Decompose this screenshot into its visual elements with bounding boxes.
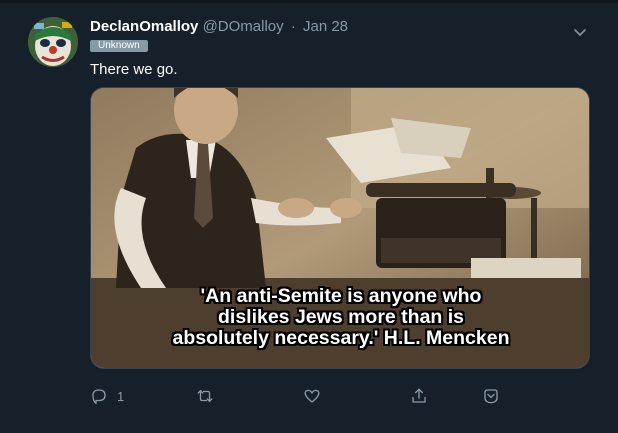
reply-button[interactable]: 1 [90, 385, 124, 407]
more-icon [484, 389, 498, 404]
tweet-text: There we go. [90, 61, 178, 78]
chevron-down-icon[interactable] [572, 24, 588, 40]
caption-line: absolutely necessary.' H.L. Mencken [172, 327, 510, 349]
separator-dot: · [290, 18, 296, 35]
like-button[interactable] [303, 385, 321, 407]
tweet-actions: 1 [0, 385, 618, 409]
tweet-header: DeclanOmalloy @DOmalloy · Jan 28 [90, 18, 348, 36]
retweet-button[interactable] [196, 385, 214, 407]
avatar-image [28, 17, 78, 67]
tweet[interactable]: DeclanOmalloy @DOmalloy · Jan 28 Unknown… [0, 3, 618, 433]
display-name[interactable]: DeclanOmalloy [90, 18, 198, 35]
like-icon [304, 389, 320, 403]
retweet-icon [197, 390, 213, 402]
share-button[interactable] [410, 385, 428, 407]
avatar[interactable] [28, 17, 78, 67]
tweet-image[interactable]: 'An anti-Semite is anyone who dislikes J… [90, 87, 590, 369]
user-handle[interactable]: @DOmalloy [203, 18, 284, 35]
reply-icon [92, 389, 106, 405]
unknown-badge: Unknown [90, 40, 148, 52]
share-icon [412, 388, 426, 403]
reply-count: 1 [117, 388, 125, 404]
tweet-date[interactable]: Jan 28 [303, 18, 348, 35]
more-button[interactable] [482, 385, 500, 407]
caption-line: 'An anti-Semite is anyone who [200, 285, 482, 307]
image-caption: 'An anti-Semite is anyone who dislikes J… [91, 285, 589, 349]
caption-line: dislikes Jews more than is [217, 306, 465, 328]
